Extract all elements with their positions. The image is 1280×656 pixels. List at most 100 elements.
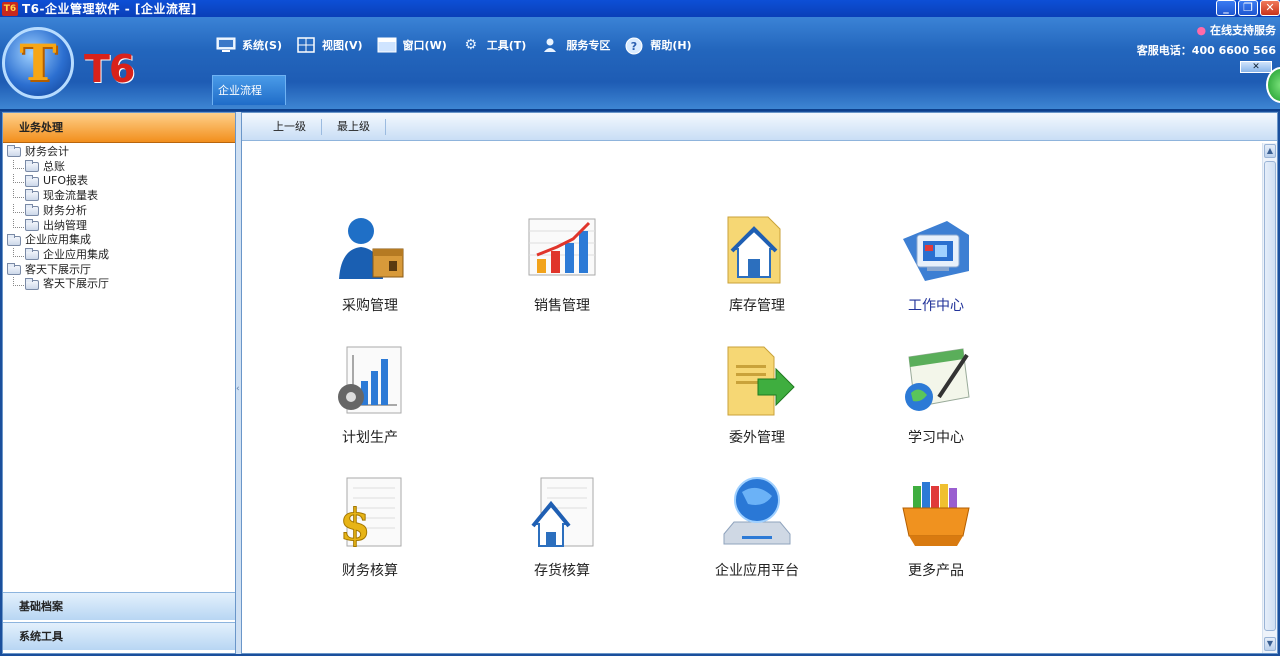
top-level-button[interactable]: 最上级 <box>322 118 386 135</box>
tile-label: 采购管理 <box>342 298 398 314</box>
tile-work-center[interactable]: 工作中心 <box>871 209 1001 321</box>
tile-label: 存货核算 <box>534 563 590 579</box>
tree-node-integration[interactable]: 企业应用集成 <box>7 233 235 248</box>
tile-label: 库存管理 <box>729 298 785 314</box>
window-title: T6-企业管理软件 - [企业流程] <box>22 2 197 16</box>
app-icon: T6 <box>2 1 18 16</box>
tile-label: 财务核算 <box>342 563 398 579</box>
close-button[interactable]: ✕ <box>1260 0 1280 16</box>
menu-help[interactable]: ? 帮助(H) <box>624 37 692 55</box>
minimize-button[interactable]: _ <box>1216 0 1236 16</box>
tile-label: 更多产品 <box>908 563 964 579</box>
tile-outsourcing[interactable]: 委外管理 <box>692 341 822 453</box>
scroll-thumb[interactable] <box>1264 161 1276 631</box>
folder-icon <box>7 145 21 158</box>
person-icon <box>540 37 560 53</box>
navigation-panel: 业务处理 财务会计 总账 UFO报表 现金流量表 财务分析 出纳管理 企业应用集… <box>2 112 236 654</box>
folder-icon <box>7 233 21 246</box>
work-center-icon <box>897 209 975 287</box>
t6-logo-icon: T <box>2 27 74 99</box>
svg-text:?: ? <box>631 40 637 53</box>
tile-label: 委外管理 <box>729 430 785 446</box>
folder-icon <box>25 277 39 290</box>
tile-label: 工作中心 <box>908 298 964 314</box>
inventory-accounting-icon <box>523 474 601 552</box>
tab-strip: 企业流程 <box>212 75 1280 105</box>
tree-node-finance[interactable]: 财务会计 <box>7 145 235 160</box>
learning-icon <box>897 341 975 419</box>
tile-production-plan[interactable]: 计划生产 <box>305 341 435 453</box>
tile-learning[interactable]: 学习中心 <box>871 341 1001 453</box>
purchase-icon <box>331 209 409 287</box>
tile-inventory-accounting[interactable]: 存货核算 <box>497 474 627 586</box>
tree-node-financial-analysis[interactable]: 财务分析 <box>7 203 235 219</box>
scroll-down-icon[interactable]: ▼ <box>1264 637 1276 651</box>
svg-text:$: $ <box>340 500 371 551</box>
folder-icon <box>25 160 39 173</box>
tile-sales[interactable]: 销售管理 <box>497 209 627 321</box>
tree-node-cash-flow[interactable]: 现金流量表 <box>7 189 235 204</box>
tile-more-products[interactable]: 更多产品 <box>871 474 1001 586</box>
help-icon: ? <box>624 37 644 55</box>
platform-icon <box>718 474 796 552</box>
folder-icon <box>25 174 39 187</box>
collapse-arrow-icon: ‹ <box>236 384 240 394</box>
tile-label: 计划生产 <box>342 430 398 446</box>
logo-text: T6 <box>84 47 135 91</box>
finance-icon: $ <box>331 474 409 552</box>
menu-system[interactable]: 系统(S) <box>216 37 282 53</box>
folder-icon <box>25 248 39 261</box>
tree-node-showroom[interactable]: 客天下展示厅 <box>7 263 235 278</box>
online-support-link[interactable]: ● 在线支持服务 <box>1137 21 1276 41</box>
main-content: 上一级 最上级 采购管理 销售管理 库存管理 工作中心 计划生产 委外管理 学习… <box>241 112 1278 654</box>
tree-node-cashier[interactable]: 出纳管理 <box>7 218 235 234</box>
support-info: ● 在线支持服务 客服电话：400 6600 566 <box>1137 21 1276 61</box>
business-tree: 财务会计 总账 UFO报表 现金流量表 财务分析 出纳管理 企业应用集成 企业应… <box>3 143 235 292</box>
panel-section-system-tools[interactable]: 系统工具 <box>3 622 235 650</box>
tab-enterprise-process[interactable]: 企业流程 <box>212 75 286 105</box>
tree-node-ufo-report[interactable]: UFO报表 <box>7 174 235 189</box>
tree-node-showroom-child[interactable]: 客天下展示厅 <box>7 277 235 292</box>
folder-icon <box>25 204 39 217</box>
window-controls: _ ❐ ✕ <box>1216 0 1280 16</box>
tile-label: 销售管理 <box>534 298 590 314</box>
tile-finance[interactable]: $ 财务核算 <box>305 474 435 586</box>
nav-toolbar: 上一级 最上级 <box>242 113 1277 141</box>
tile-label: 企业应用平台 <box>715 563 799 579</box>
menu-view[interactable]: 视图(V) <box>296 37 363 53</box>
grid-icon <box>296 37 316 53</box>
production-plan-icon <box>331 341 409 419</box>
hotline-text: 客服电话：400 6600 566 <box>1136 44 1276 57</box>
t6-app-window: T6 T6-企业管理软件 - [企业流程] _ ❐ ✕ T T6 系统(S) 视… <box>0 0 1280 656</box>
tab-divider <box>0 109 1280 111</box>
title-bar: T6 T6-企业管理软件 - [企业流程] _ ❐ ✕ <box>0 0 1280 17</box>
menu-window[interactable]: 窗口(W) <box>377 37 447 53</box>
folder-icon <box>25 189 39 202</box>
tile-inventory[interactable]: 库存管理 <box>692 209 822 321</box>
support-avatar-icon: ● <box>1196 24 1207 37</box>
menu-service[interactable]: 服务专区 <box>540 37 610 53</box>
panel-section-basic-archives[interactable]: 基础档案 <box>3 592 235 620</box>
panel-header-business[interactable]: 业务处理 <box>3 113 235 143</box>
tree-node-integration-child[interactable]: 企业应用集成 <box>7 247 235 263</box>
restore-button[interactable]: ❐ <box>1238 0 1258 16</box>
monitor-icon <box>216 37 236 53</box>
tile-platform[interactable]: 企业应用平台 <box>692 474 822 586</box>
outsourcing-icon <box>718 341 796 419</box>
up-level-button[interactable]: 上一级 <box>258 118 322 135</box>
warehouse-icon <box>718 209 796 287</box>
folder-icon <box>7 262 21 275</box>
gear-icon: ⚙ <box>464 37 478 53</box>
window-icon <box>377 37 397 53</box>
more-products-icon <box>897 474 975 552</box>
vertical-scrollbar[interactable]: ▲ ▼ <box>1262 143 1277 653</box>
tree-node-general-ledger[interactable]: 总账 <box>7 159 235 175</box>
tile-label: 学习中心 <box>908 430 964 446</box>
folder-icon <box>25 218 39 231</box>
close-tab-button[interactable]: ✕ <box>1240 61 1272 73</box>
sales-chart-icon <box>523 209 601 287</box>
menu-tools[interactable]: ⚙ 工具(T) <box>461 37 526 53</box>
scroll-up-icon[interactable]: ▲ <box>1264 144 1276 158</box>
tile-purchase[interactable]: 采购管理 <box>305 209 435 321</box>
menu-bar: 系统(S) 视图(V) 窗口(W) ⚙ 工具(T) 服务专区 ? 帮助(H) <box>216 37 706 55</box>
